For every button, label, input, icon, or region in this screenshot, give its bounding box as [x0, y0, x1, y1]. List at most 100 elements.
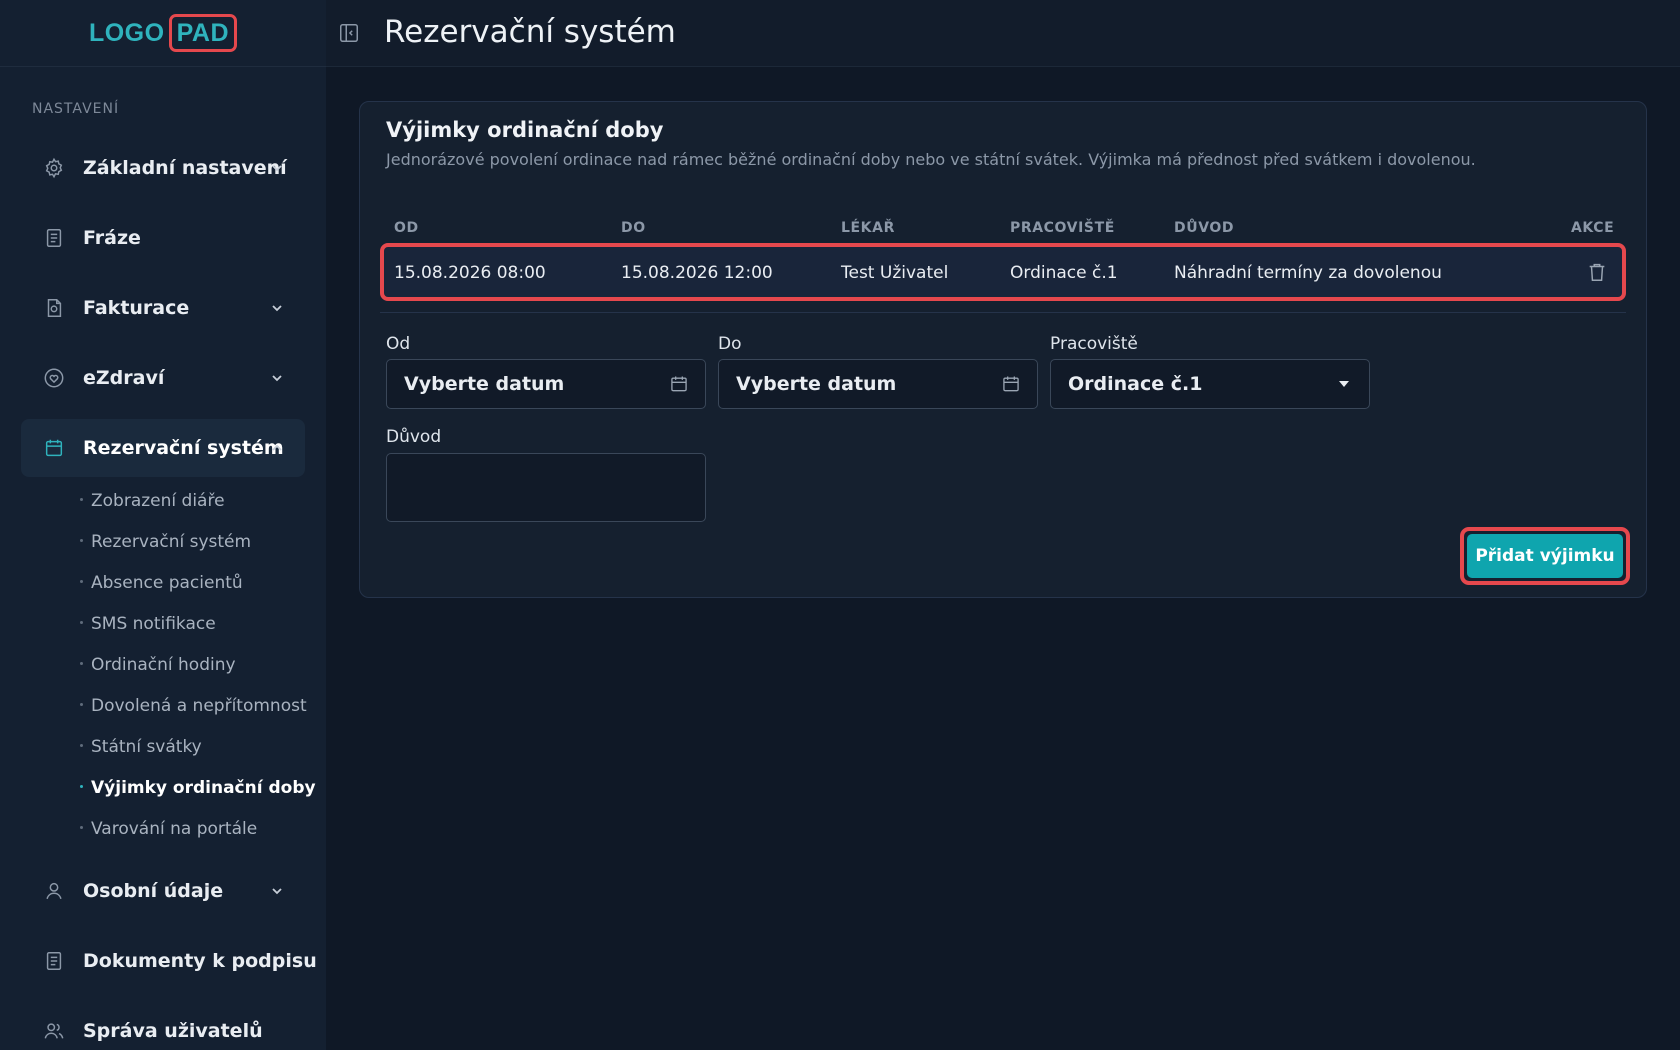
app: LOGO PAD NASTAVENÍ Základní nastavení Fr…: [0, 0, 1680, 1050]
subitem-label: Ordinační hodiny: [91, 655, 236, 675]
sidebar-item-label: Dokumenty k podpisu: [83, 950, 317, 972]
card-description: Jednorázové povolení ordinace nad rámec …: [386, 150, 1476, 169]
sidebar-item-ezdravi[interactable]: eZdraví: [21, 349, 305, 407]
logo-area: LOGO PAD: [0, 0, 326, 67]
cell-do: 15.08.2026 12:00: [621, 263, 773, 283]
chevron-down-icon: [272, 375, 282, 382]
bullet-dot: [80, 497, 83, 501]
sidebar-item-fraze[interactable]: Fráze: [21, 209, 305, 267]
cell-pracoviste: Ordinace č.1: [1010, 263, 1118, 283]
logo-text: LOGO: [88, 18, 165, 47]
sidebar-item-label: Základní nastavení: [83, 157, 287, 179]
column-header-akce: AKCE: [1571, 220, 1615, 236]
sidebar: LOGO PAD NASTAVENÍ Základní nastavení Fr…: [0, 0, 326, 1050]
column-header-pracoviste: PRACOVIŠTĚ: [1010, 220, 1115, 236]
od-label: Od: [386, 334, 411, 354]
bullet-dot: [80, 743, 83, 747]
calendar-icon: [43, 437, 65, 459]
caret-down-icon: [1339, 381, 1349, 387]
invoice-icon: [43, 297, 65, 319]
subitem-label: Státní svátky: [91, 737, 202, 757]
sidebar-item-zakladni-nastaveni[interactable]: Základní nastavení: [21, 139, 305, 197]
sidebar-section-label: NASTAVENÍ: [32, 101, 120, 117]
sidebar-item-label: Osobní údaje: [83, 880, 224, 902]
sidebar-subitem-sms-notifikace[interactable]: SMS notifikace: [80, 614, 216, 634]
gear-icon: [43, 157, 65, 179]
bullet-dot: [80, 579, 83, 583]
sidebar-subitem-vyjimky[interactable]: Výjimky ordinační doby: [80, 778, 316, 798]
duvod-textarea[interactable]: [386, 453, 706, 522]
od-placeholder: Vyberte datum: [404, 373, 565, 395]
duvod-label: Důvod: [386, 427, 442, 447]
do-label: Do: [718, 334, 742, 354]
user-icon: [43, 880, 65, 902]
chevron-down-icon: [272, 305, 282, 312]
subitem-label: Absence pacientů: [91, 573, 243, 593]
pracoviste-select[interactable]: Ordinace č.1: [1050, 359, 1370, 409]
bullet-dot: [80, 784, 83, 788]
sidebar-item-sprava-uzivatelu[interactable]: Správa uživatelů: [21, 1002, 305, 1050]
trash-icon[interactable]: [1586, 261, 1608, 283]
sidebar-item-osobni-udaje[interactable]: Osobní údaje: [21, 862, 305, 920]
card-title: Výjimky ordinační doby: [386, 118, 664, 142]
bullet-dot: [80, 661, 83, 665]
subitem-label: Výjimky ordinační doby: [91, 778, 316, 798]
chevron-down-icon: [272, 888, 282, 895]
sidebar-item-rezervacni-system[interactable]: Rezervační systém: [21, 419, 305, 477]
subitem-label: Dovolená a nepřítomnost: [91, 696, 307, 716]
sidebar-toggle-button[interactable]: [336, 20, 362, 46]
sidebar-subitem-varovani[interactable]: Varování na portále: [80, 819, 257, 839]
sidebar-subitem-statni-svatky[interactable]: Státní svátky: [80, 737, 202, 757]
sidebar-subitem-rezervacni-system[interactable]: Rezervační systém: [80, 532, 251, 552]
chevron-down-icon: [272, 165, 282, 172]
sidebar-item-dokumenty[interactable]: Dokumenty k podpisu: [21, 932, 317, 990]
do-placeholder: Vyberte datum: [736, 373, 897, 395]
logo[interactable]: LOGO PAD: [88, 14, 238, 52]
subitem-label: Zobrazení diáře: [91, 491, 225, 511]
cell-lekar: Test Uživatel: [841, 263, 949, 283]
sidebar-collapse-icon: [340, 24, 358, 42]
sidebar-subitem-dovolena[interactable]: Dovolená a nepřítomnost: [80, 696, 307, 716]
heart-icon: [43, 367, 65, 389]
bullet-dot: [80, 538, 83, 542]
sidebar-subitem-ordinacni-hodiny[interactable]: Ordinační hodiny: [80, 655, 236, 675]
table-row[interactable]: 15.08.2026 08:00 15.08.2026 12:00 Test U…: [380, 243, 1626, 301]
sidebar-subitem-absence-pacientu[interactable]: Absence pacientů: [80, 573, 243, 593]
column-header-duvod: DŮVOD: [1174, 220, 1235, 236]
sidebar-item-label: Rezervační systém: [83, 437, 284, 459]
logo-badge: PAD: [168, 14, 238, 52]
sidebar-item-fakturace[interactable]: Fakturace: [21, 279, 305, 337]
pracoviste-selected-value: Ordinace č.1: [1068, 373, 1203, 395]
users-icon: [43, 1020, 65, 1042]
add-exception-button[interactable]: Přidat výjimku: [1467, 534, 1623, 578]
subitem-label: Varování na portále: [91, 819, 258, 839]
sidebar-subitem-zobrazeni-diare[interactable]: Zobrazení diáře: [80, 491, 225, 511]
topbar: Rezervační systém: [326, 0, 1680, 67]
chevron-up-icon: [272, 444, 282, 451]
sidebar-item-label: Správa uživatelů: [83, 1020, 263, 1042]
calendar-icon[interactable]: [669, 374, 689, 394]
column-header-od: OD: [394, 220, 419, 236]
sidebar-item-label: Fráze: [83, 227, 141, 249]
sidebar-item-label: Fakturace: [83, 297, 190, 319]
subitem-label: Rezervační systém: [91, 532, 252, 552]
exceptions-card: Výjimky ordinační doby Jednorázové povol…: [359, 101, 1647, 598]
divider: [380, 312, 1626, 313]
calendar-icon[interactable]: [1001, 374, 1021, 394]
sidebar-item-label: eZdraví: [83, 367, 165, 389]
bullet-dot: [80, 825, 83, 829]
add-exception-button-wrapper: Přidat výjimku: [1460, 527, 1630, 585]
column-header-lekar: LÉKAŘ: [841, 220, 895, 236]
page-title: Rezervační systém: [384, 14, 676, 50]
cell-duvod: Náhradní termíny za dovolenou: [1174, 263, 1442, 283]
bullet-dot: [80, 620, 83, 624]
od-date-input[interactable]: Vyberte datum: [386, 359, 706, 409]
do-date-input[interactable]: Vyberte datum: [718, 359, 1038, 409]
column-header-do: DO: [621, 220, 646, 236]
document-icon: [43, 950, 65, 972]
cell-od: 15.08.2026 08:00: [394, 263, 546, 283]
pracoviste-label: Pracoviště: [1050, 334, 1138, 354]
document-icon: [43, 227, 65, 249]
subitem-label: SMS notifikace: [91, 614, 216, 634]
bullet-dot: [80, 702, 83, 706]
